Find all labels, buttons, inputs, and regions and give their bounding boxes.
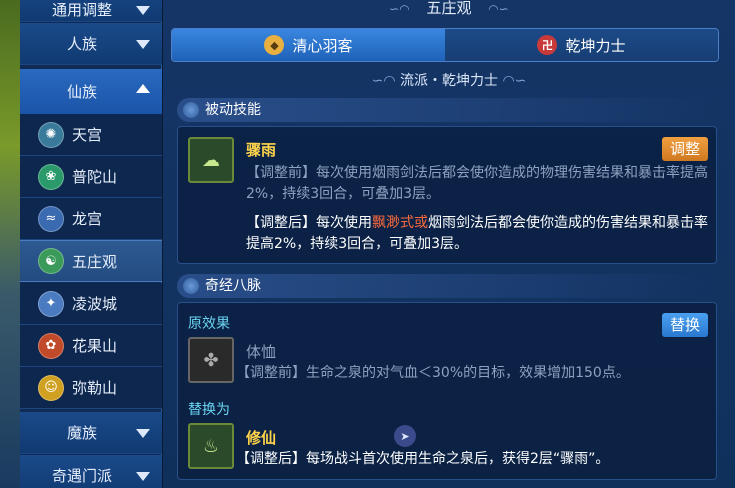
decorative-side-art	[0, 0, 20, 488]
chevron-up-icon	[136, 84, 150, 93]
sidebar-item-label: 弥勒山	[72, 379, 118, 397]
qiankun-emblem-icon: 卍	[537, 35, 558, 55]
ornament-right-icon: ◠∽	[476, 2, 509, 16]
before-adjust-text: 【调整前】每次使用烟雨剑法后都会使你造成的物理伤害结果和暴击率提高2%，持续3回…	[246, 165, 708, 202]
ornament-left-icon: ∽◠	[371, 73, 396, 89]
sidebar-item-label: 通用调整	[51, 1, 112, 19]
putuoshan-emblem-icon: ❀	[38, 163, 64, 190]
new-desc: 【调整后】每场战斗首次使用生命之泉后，获得2层“骤雨”。	[236, 451, 610, 467]
chevron-down-icon	[136, 40, 150, 49]
sidebar-category-immortal[interactable]: 仙族	[20, 69, 162, 115]
chevron-down-icon	[136, 6, 150, 15]
sidebar-item-label: 花果山	[72, 337, 118, 355]
section-title: 被动技能	[205, 102, 261, 118]
tab-label: 清心羽客	[292, 36, 353, 55]
sidebar-item-label: 五庄观	[72, 252, 118, 271]
lingbocheng-emblem-icon: ✦	[38, 290, 64, 317]
sidebar-item-wuzhuangguan[interactable]: ☯ 五庄观	[20, 240, 162, 282]
passive-skill-card: ☁ 骤雨 调整 【调整前】每次使用烟雨剑法后都会使你造成的物理伤害结果和暴击率提…	[177, 126, 717, 264]
sidebar-item-longgong[interactable]: ≈ 龙宫	[20, 198, 162, 240]
replace-label: 替换为	[188, 402, 230, 418]
sidebar-item-label: 仙族	[66, 83, 97, 101]
section-title: 奇经八脉	[205, 278, 261, 294]
sidebar-category-human[interactable]: 人族	[20, 23, 162, 65]
section-header-passive: 被动技能	[177, 98, 721, 122]
after-highlight: 飘渺式或	[372, 215, 428, 231]
mileshan-emblem-icon: ☺	[38, 374, 64, 401]
sidebar-category-general[interactable]: 通用调整	[20, 0, 162, 22]
page-title-row: ∽◠ 五庄观 ◠∽	[163, 0, 735, 22]
tixu-skill-icon[interactable]: ✤	[188, 337, 234, 383]
sidebar-item-label: 凌波城	[72, 295, 118, 313]
section-dot-icon	[183, 102, 199, 118]
tab-label: 乾坤力士	[565, 36, 626, 55]
longgong-emblem-icon: ≈	[38, 205, 64, 232]
cursor-arrow-icon: ➤	[394, 425, 416, 447]
subtitle-text: 流派・乾坤力士	[400, 73, 498, 89]
adjust-badge[interactable]: 调整	[661, 137, 708, 161]
replace-button[interactable]: 替换	[661, 313, 708, 337]
sidebar-item-label: 人族	[66, 35, 97, 53]
section-header-meridian: 奇经八脉	[177, 274, 721, 298]
sidebar-item-label: 普陀山	[72, 168, 118, 186]
main-panel: ∽◠ 五庄观 ◠∽ ◆ 清心羽客 卍 乾坤力士 ∽◠ 流派・乾坤力士 ◠∽ 被动…	[163, 0, 735, 488]
original-desc: 【调整前】生命之泉的对气血＜30%的目标，效果增加150点。	[236, 365, 630, 381]
ornament-right-icon: ◠∽	[502, 73, 527, 89]
xiuxian-skill-icon[interactable]: ♨	[188, 423, 234, 469]
sidebar-item-lingbocheng[interactable]: ✦ 凌波城	[20, 283, 162, 325]
wuzhuangguan-emblem-icon: ☯	[38, 248, 64, 274]
sidebar-item-label: 龙宫	[72, 210, 103, 228]
sidebar-item-huaguoshan[interactable]: ✿ 花果山	[20, 325, 162, 367]
school-subtitle: ∽◠ 流派・乾坤力士 ◠∽	[163, 70, 735, 90]
after-prefix: 【调整后】每次使用	[246, 215, 372, 231]
section-dot-icon	[183, 278, 199, 294]
sidebar-item-label: 魔族	[66, 424, 97, 442]
huaguoshan-emblem-icon: ✿	[38, 332, 64, 359]
sidebar-item-label: 天宫	[72, 126, 103, 144]
sidebar-item-mileshan[interactable]: ☺ 弥勒山	[20, 367, 162, 409]
sidebar: 通用调整 人族 仙族 ✺ 天宫 ❀ 普陀山 ≈ 龙宫 ☯ 五庄观 ✦ 凌波城 ✿…	[20, 0, 162, 488]
chevron-down-icon	[136, 429, 150, 438]
ornament-left-icon: ∽◠	[389, 2, 422, 16]
zhouyu-skill-icon[interactable]: ☁	[188, 137, 234, 183]
new-skill-name: 修仙	[246, 429, 277, 447]
sidebar-item-tiangong[interactable]: ✺ 天宫	[20, 114, 162, 156]
sidebar-item-label: 奇遇门派	[51, 467, 112, 485]
original-effect-label: 原效果	[188, 316, 230, 332]
sidebar-category-special-school[interactable]: 奇遇门派	[20, 455, 162, 488]
qingxin-emblem-icon: ◆	[264, 35, 285, 55]
after-adjust-text: 【调整后】每次使用飘渺式或烟雨剑法后都会使你造成的伤害结果和暴击率提高2%，持续…	[246, 213, 708, 255]
tab-qingxinyuke[interactable]: ◆ 清心羽客	[172, 29, 445, 61]
skill-name: 骤雨	[246, 141, 277, 159]
sidebar-category-demon[interactable]: 魔族	[20, 412, 162, 454]
sub-school-tabs: ◆ 清心羽客 卍 乾坤力士	[171, 28, 719, 62]
original-skill-name: 体恤	[246, 343, 277, 361]
page-title: 五庄观	[426, 0, 472, 17]
chevron-down-icon	[136, 472, 150, 481]
sidebar-item-putuoshan[interactable]: ❀ 普陀山	[20, 156, 162, 198]
tiangong-emblem-icon: ✺	[38, 121, 64, 148]
tab-qiankunlishi[interactable]: 卍 乾坤力士	[445, 29, 718, 61]
meridian-card: 原效果 替换 ✤ 体恤 【调整前】生命之泉的对气血＜30%的目标，效果增加150…	[177, 302, 717, 480]
